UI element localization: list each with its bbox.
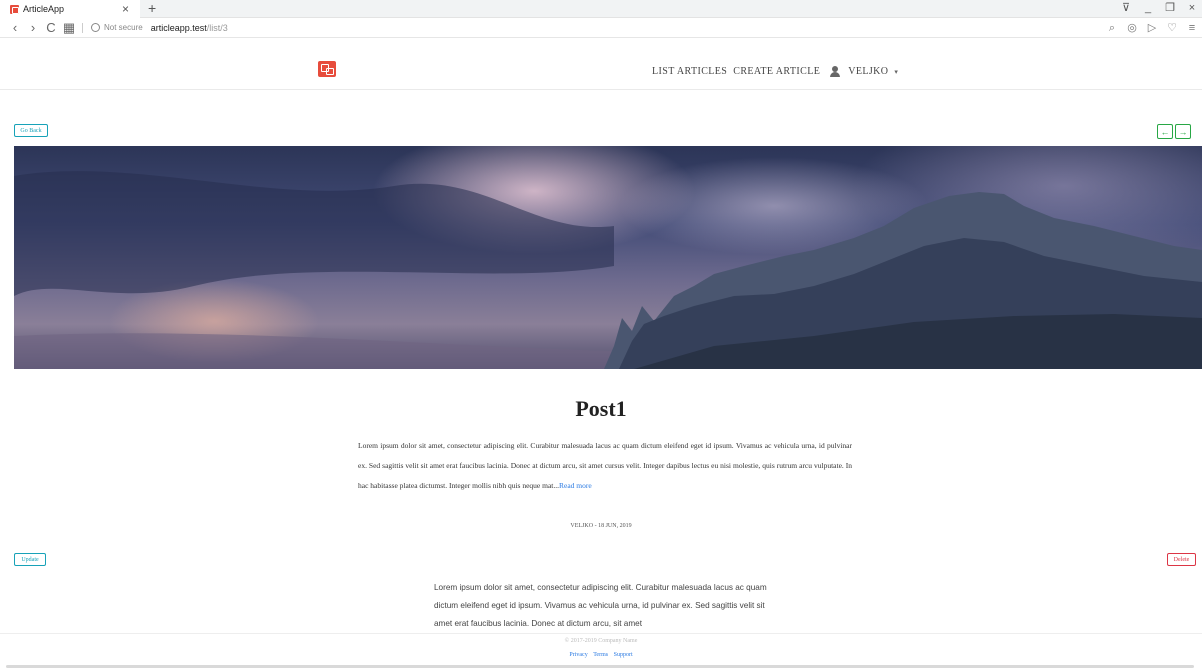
chevron-down-icon[interactable]: ▾ [894,68,898,76]
horizontal-scrollbar[interactable] [6,665,1194,668]
previous-arrow-icon[interactable]: ← [1157,124,1173,139]
send-icon[interactable]: ▷ [1146,19,1158,37]
forward-icon[interactable]: › [24,19,42,37]
mountain-landscape [14,171,1202,369]
article-pager: ← → [1157,124,1191,139]
address-separator [82,22,83,33]
post-author-date: VELJKO - 18 JUN, 2019 [570,523,632,529]
url-path[interactable]: /list/3 [207,23,228,33]
security-status[interactable]: Not secure [104,23,143,32]
search-icon[interactable]: ⌕ [1106,19,1118,37]
browser-tab-bar: ArticleApp × + ⊽ _ ❐ × [0,0,1202,18]
close-window-icon[interactable]: × [1186,2,1198,15]
menu-icon[interactable]: ≡ [1186,19,1198,37]
update-button[interactable]: Update [14,553,46,566]
back-icon[interactable]: ‹ [6,19,24,37]
nav-user-menu[interactable]: VELJKO [848,66,888,77]
read-more-link[interactable]: Read more [559,481,592,490]
footer-link-privacy[interactable]: Privacy [569,652,587,658]
heart-icon[interactable]: ♡ [1166,19,1178,37]
site-navbar: LIST ARTICLES CREATE ARTICLE VELJKO ▾ [0,56,1202,90]
window-controls: ⊽ _ ❐ × [1120,2,1202,15]
address-bar-actions: ⌕ ◎ ▷ ♡ ≡ [1106,19,1202,37]
tab-filter-icon[interactable]: ⊽ [1120,2,1132,15]
camera-icon[interactable]: ◎ [1126,19,1138,37]
footer-links: Privacy Terms Support [0,650,1202,660]
user-icon [830,66,841,77]
reload-icon[interactable]: C [42,19,60,37]
globe-icon[interactable] [91,23,100,32]
app-favicon-icon [10,4,19,14]
nav-list-articles[interactable]: LIST ARTICLES [652,66,727,77]
delete-button[interactable]: Delete [1167,553,1196,566]
nav-menu: LIST ARTICLES CREATE ARTICLE VELJKO ▾ [652,66,898,77]
browser-tab[interactable]: ArticleApp × [0,0,140,18]
post-full-body: Lorem ipsum dolor sit amet, consectetur … [434,583,767,628]
speed-dial-icon[interactable]: ▦ [60,19,78,37]
next-arrow-icon[interactable]: → [1175,124,1191,139]
url-host[interactable]: articleapp.test [151,23,207,33]
minimize-icon[interactable]: _ [1142,2,1154,15]
restore-icon[interactable]: ❐ [1164,2,1176,15]
new-tab-button[interactable]: + [148,1,156,15]
post-excerpt: Lorem ipsum dolor sit amet, consectetur … [358,436,852,496]
go-back-button[interactable]: Go Back [14,124,48,137]
tab-title: ArticleApp [23,4,65,14]
post-excerpt-text: Lorem ipsum dolor sit amet, consectetur … [358,441,852,490]
footer-link-terms[interactable]: Terms [593,652,608,658]
site-logo-icon[interactable] [318,61,336,77]
copyright-text: © 2017-2019 Company Name [564,638,638,644]
article-cover-image [14,146,1202,369]
tab-close-icon[interactable]: × [122,2,129,16]
post-title: Post1 [575,396,627,421]
nav-create-article[interactable]: CREATE ARTICLE [733,66,820,77]
footer-link-support[interactable]: Support [614,652,633,658]
address-bar: ‹ › C ▦ Not secure articleapp.test /list… [0,18,1202,38]
